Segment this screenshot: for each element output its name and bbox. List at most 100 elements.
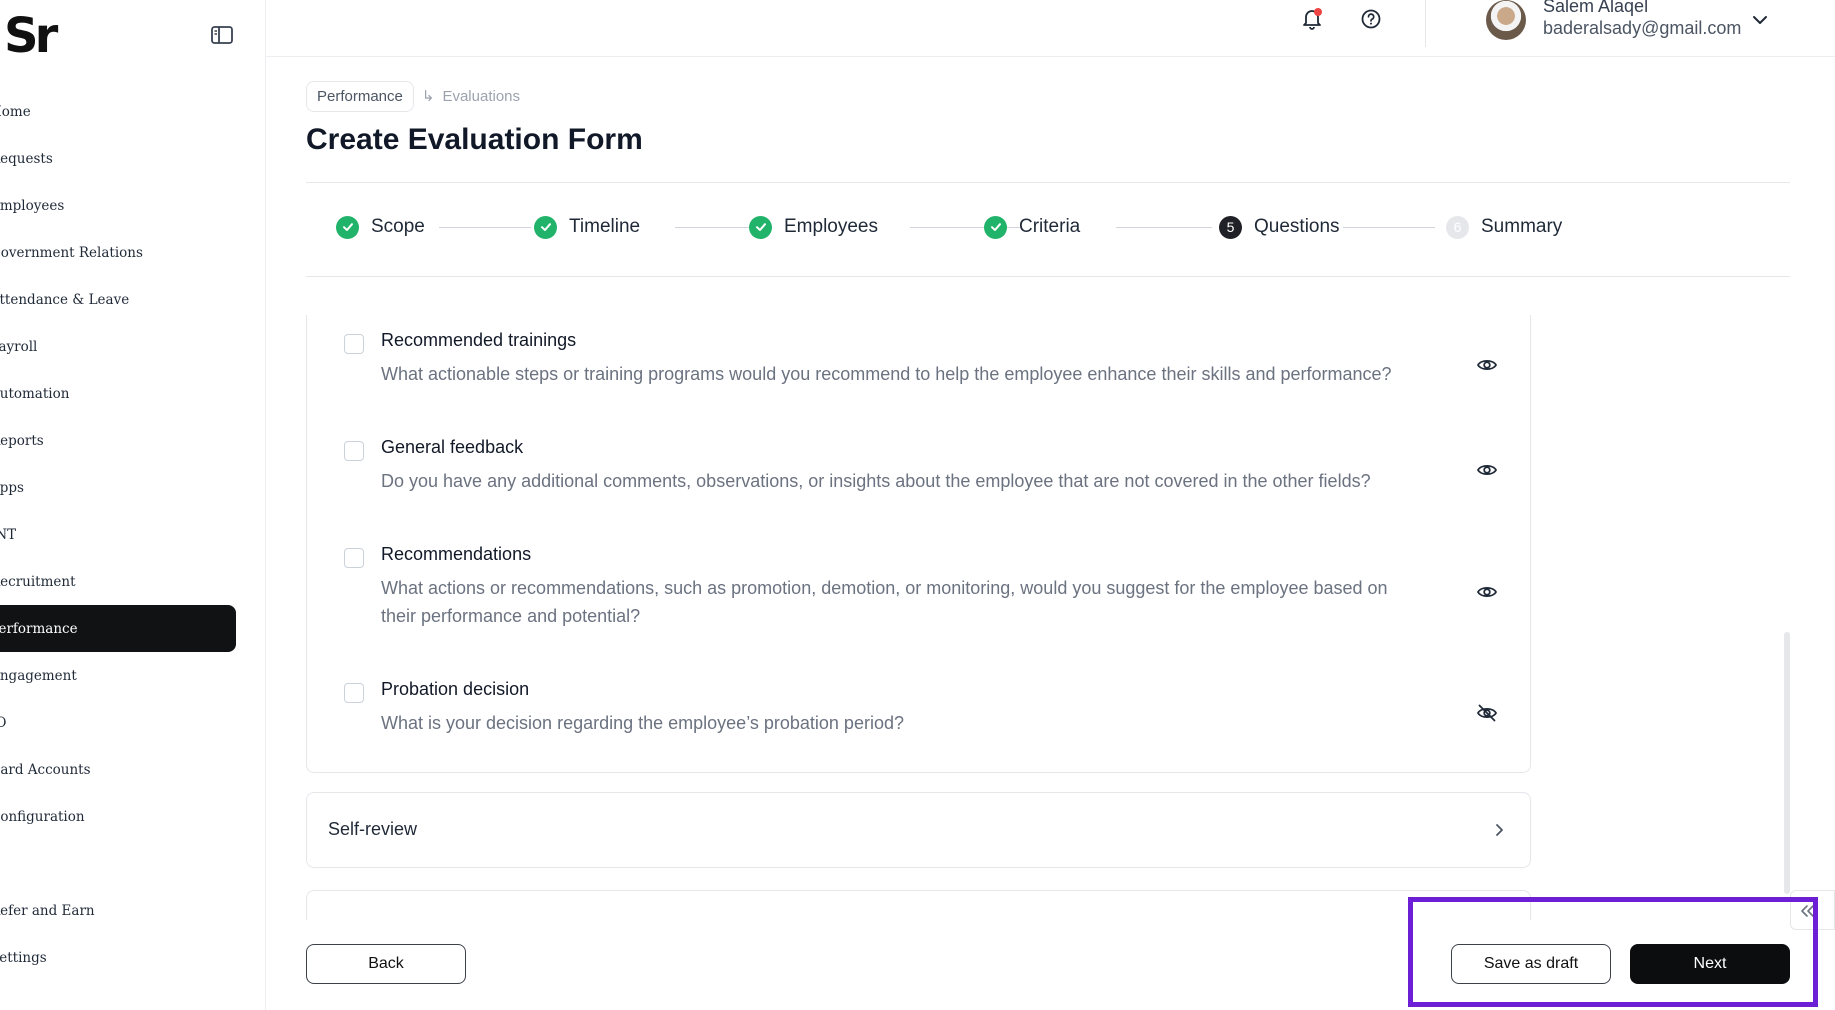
brand-logo[interactable]: Sr	[4, 12, 58, 60]
sidebar-item-label: IO	[0, 715, 6, 731]
sidebar-item-label: Reports	[0, 432, 44, 449]
check-icon	[534, 215, 557, 239]
question-title: Recommended trainings	[381, 330, 577, 350]
question-checkbox[interactable]	[344, 334, 364, 354]
sidebar-item-label: Attendance & Leave	[0, 291, 130, 308]
sidebar-item-card-accounts[interactable]: Card Accounts	[0, 746, 236, 793]
sidebar-nav: Home Requests Employees Government Relat…	[0, 88, 236, 981]
sidebar-item-home[interactable]: Home	[0, 88, 236, 135]
step-label: Criteria	[1019, 216, 1081, 237]
sidebar-item-label: Configuration	[0, 808, 85, 825]
divider	[306, 182, 1790, 183]
step-label: Scope	[371, 216, 425, 237]
step-summary[interactable]: 6 Summary	[1446, 207, 1562, 247]
user-avatar[interactable]	[1486, 0, 1526, 40]
question-description: What actions or recommendations, such as…	[381, 578, 1388, 626]
step-label: Employees	[784, 216, 878, 237]
stepper: Scope Timeline Employees Criteria 5 Ques…	[336, 207, 1562, 247]
back-button[interactable]: Back	[306, 944, 466, 984]
step-label: Summary	[1481, 216, 1563, 237]
sidebar-item-io[interactable]: IO	[0, 699, 236, 746]
sidebar-item-label: Refer and Earn	[0, 902, 95, 919]
sidebar-item-requests[interactable]: Requests	[0, 135, 236, 182]
breadcrumb-parent[interactable]: Performance	[306, 80, 414, 112]
sidebar-item-attendance-leave[interactable]: Attendance & Leave	[0, 276, 236, 323]
step-scope[interactable]: Scope	[336, 207, 425, 247]
sidebar-item-label: Automation	[0, 385, 70, 402]
sidebar-item-recruitment[interactable]: Recruitment	[0, 558, 236, 605]
sidebar-item-label: Settings	[0, 949, 47, 966]
page-title: Create Evaluation Form	[306, 123, 643, 156]
sidebar-item-reports[interactable]: Reports	[0, 417, 236, 464]
chevron-down-icon[interactable]	[1750, 10, 1770, 30]
sidebar-item-label: Performance	[0, 620, 78, 637]
question-title: General feedback	[381, 437, 524, 457]
question-description: What actionable steps or training progra…	[381, 364, 1392, 384]
sidebar-item-engagement[interactable]: Engagement	[0, 652, 236, 699]
sidebar-toggle-icon[interactable]	[210, 24, 234, 46]
sidebar-item-label: Recruitment	[0, 573, 76, 590]
sidebar-item-label: Home	[0, 103, 31, 120]
header-divider	[1425, 0, 1426, 47]
step-number-6: 6	[1446, 215, 1469, 239]
user-email: baderalsady@gmail.com	[1543, 18, 1742, 38]
user-name: Salem Alaqel	[1543, 0, 1649, 16]
next-button[interactable]: Next	[1630, 944, 1790, 984]
help-icon[interactable]	[1360, 8, 1382, 30]
step-criteria[interactable]: Criteria	[984, 207, 1080, 247]
breadcrumb-current: Evaluations	[442, 87, 521, 105]
self-review-label: Self-review	[328, 819, 418, 839]
sidebar-item-label: Apps	[0, 479, 24, 496]
sidebar-item-government-relations[interactable]: Government Relations	[0, 229, 236, 276]
step-connector	[1343, 227, 1435, 228]
eye-icon[interactable]	[1476, 581, 1498, 603]
sidebar-item-label: INT	[0, 526, 17, 543]
notification-bell-icon[interactable]	[1300, 6, 1324, 32]
sidebar-item-employees[interactable]: Employees	[0, 182, 236, 229]
collapse-panel-button[interactable]	[1790, 890, 1835, 930]
question-checkbox[interactable]	[344, 441, 364, 461]
step-number-5: 5	[1219, 215, 1242, 239]
sidebar-item-label: Engagement	[0, 667, 77, 684]
sidebar-item-settings[interactable]: Settings	[0, 934, 236, 981]
sidebar-item-apps[interactable]: Apps	[0, 464, 236, 511]
step-connector	[1116, 227, 1212, 228]
chevron-right-icon	[1490, 821, 1508, 839]
sidebar-item-configuration[interactable]: Configuration	[0, 793, 236, 840]
sidebar-item-refer-and-earn[interactable]: Refer and Earn	[0, 887, 236, 934]
eye-icon[interactable]	[1476, 459, 1498, 481]
step-questions[interactable]: 5 Questions	[1219, 207, 1340, 247]
check-icon	[336, 215, 359, 239]
question-description: What is your decision regarding the empl…	[381, 713, 904, 733]
step-timeline[interactable]: Timeline	[534, 207, 640, 247]
question-checkbox[interactable]	[344, 683, 364, 703]
questions-card: Recommended trainings What actionable st…	[306, 315, 1531, 773]
notification-dot	[1314, 8, 1322, 16]
sidebar-item-automation[interactable]: Automation	[0, 370, 236, 417]
double-chevron-left-icon	[1801, 905, 1814, 917]
sidebar-item-int[interactable]: INT	[0, 511, 236, 558]
step-connector	[439, 227, 531, 228]
step-label: Timeline	[569, 216, 641, 237]
sidebar-item-label: Card Accounts	[0, 761, 91, 778]
question-checkbox[interactable]	[344, 548, 364, 568]
question-title: Probation decision	[381, 679, 530, 699]
sidebar-item-label: Employees	[0, 197, 65, 214]
breadcrumb: Performance ↳ Evaluations	[306, 80, 521, 112]
sidebar-item-payroll[interactable]: Payroll	[0, 323, 236, 370]
save-draft-button[interactable]: Save as draft	[1451, 944, 1611, 984]
step-employees[interactable]: Employees	[749, 207, 878, 247]
check-icon	[984, 215, 1007, 239]
sidebar-item-label: Government Relations	[0, 244, 143, 261]
next-section-card[interactable]	[306, 890, 1531, 920]
divider	[306, 276, 1790, 277]
eye-off-icon[interactable]	[1476, 702, 1498, 724]
self-review-section[interactable]: Self-review	[306, 792, 1531, 868]
sidebar-item-performance[interactable]: Performance	[0, 605, 236, 652]
top-bar: Salem Alaqel baderalsady@gmail.com	[266, 0, 1835, 57]
eye-icon[interactable]	[1476, 354, 1498, 376]
sidebar-item-label: Requests	[0, 150, 53, 167]
sidebar-item-label: Payroll	[0, 338, 38, 355]
question-title: Recommendations	[381, 544, 532, 564]
scrollbar-thumb[interactable]	[1784, 632, 1790, 894]
